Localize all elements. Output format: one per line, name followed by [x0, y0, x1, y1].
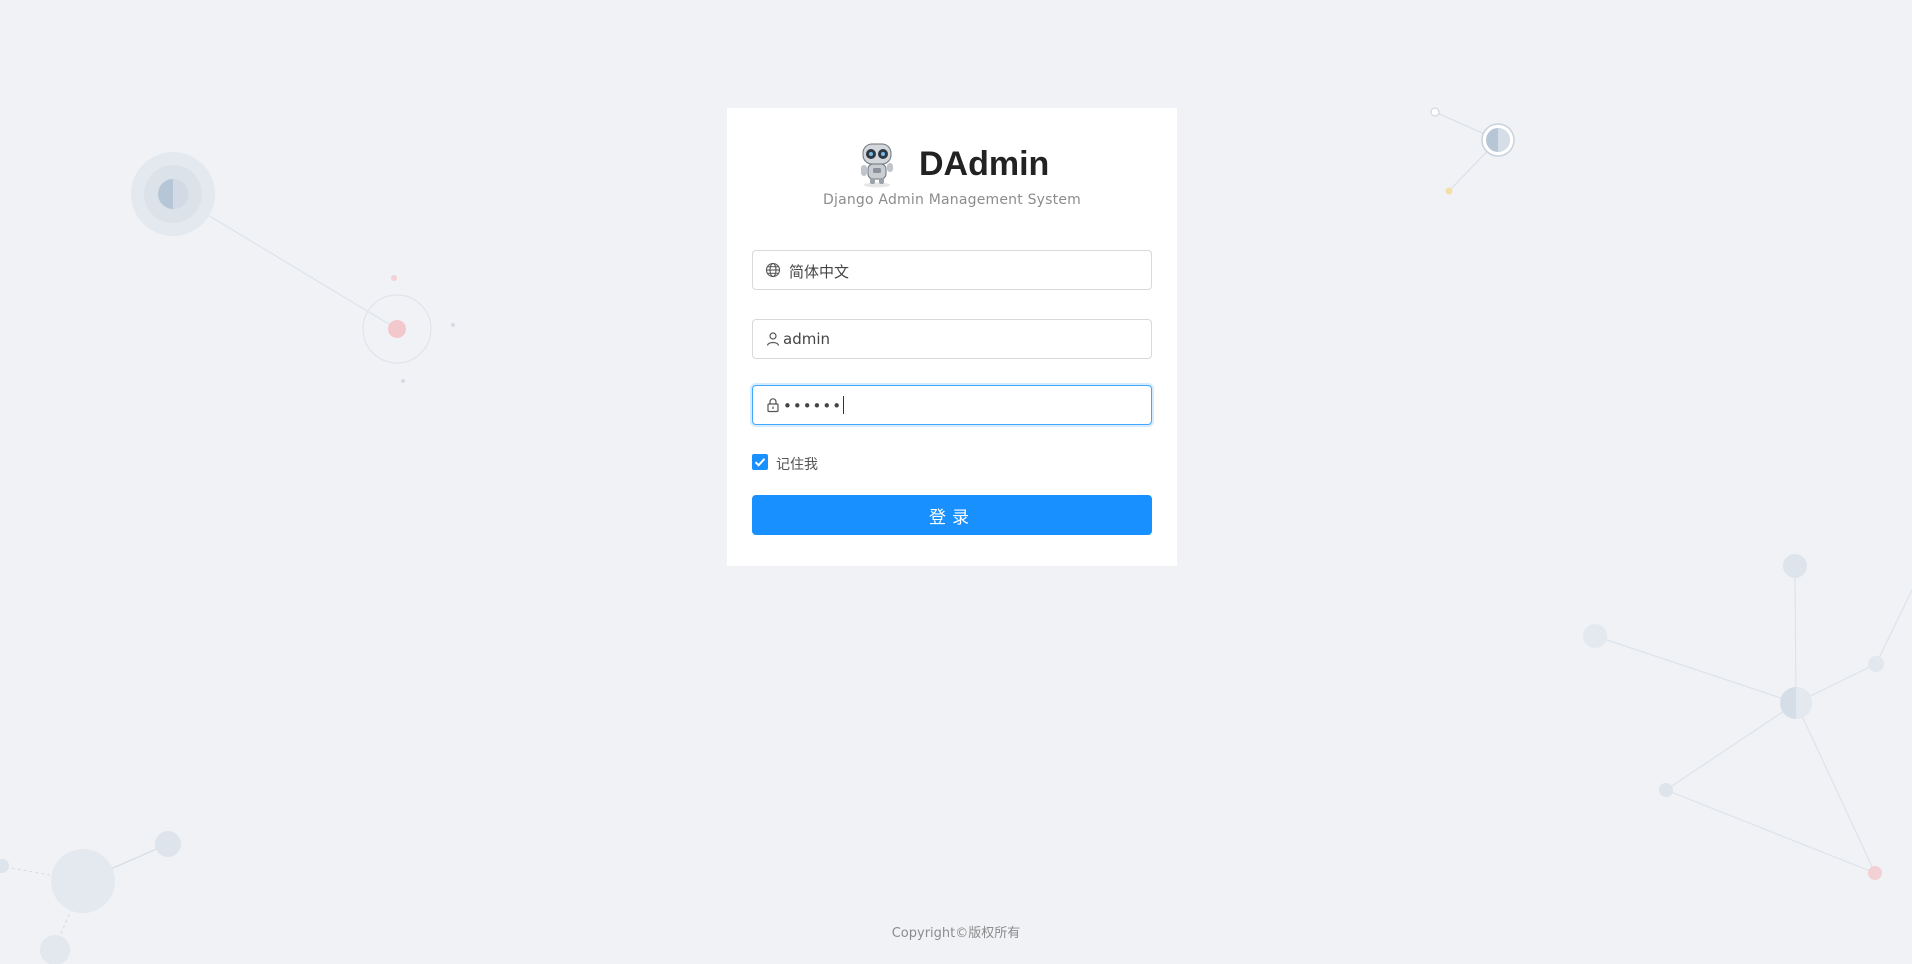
text-caret [843, 396, 845, 414]
footer-copyright: Copyright©版权所有 [891, 926, 1021, 941]
password-input[interactable]: •••••• [752, 385, 1152, 425]
login-card: DAdmin Django Admin Management System 简体… [727, 108, 1177, 566]
username-value: admin [783, 330, 830, 348]
app-subtitle: Django Admin Management System [823, 192, 1081, 208]
remember-label: 记住我 [776, 457, 818, 473]
robot-logo-icon [861, 143, 893, 188]
password-value: •••••• [783, 396, 845, 415]
user-icon [766, 332, 780, 346]
globe-icon [765, 262, 781, 278]
language-value: 简体中文 [789, 263, 850, 281]
check-icon [754, 458, 766, 467]
remember-checkbox[interactable] [752, 454, 768, 470]
password-dots: •••••• [783, 397, 843, 415]
username-input[interactable]: admin [752, 319, 1152, 359]
lock-icon [767, 398, 779, 413]
login-header: DAdmin [727, 132, 1177, 192]
language-select[interactable]: 简体中文 [752, 250, 1152, 290]
app-title: DAdmin [919, 145, 1050, 183]
login-button[interactable]: 登录 [752, 495, 1152, 535]
